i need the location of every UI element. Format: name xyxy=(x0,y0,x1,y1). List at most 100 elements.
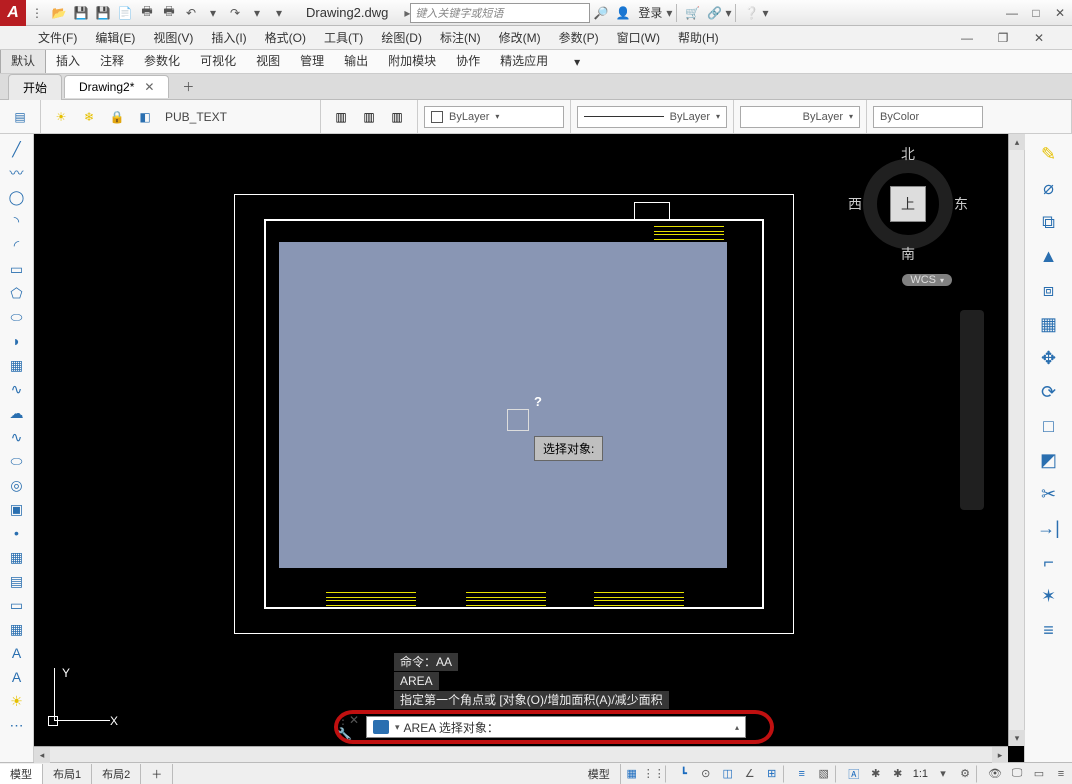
user-icon[interactable]: 👤 xyxy=(612,2,634,24)
ribbon-tab-annotate[interactable]: 注释 xyxy=(90,48,134,73)
erase-icon[interactable]: ⌀ xyxy=(1034,174,1064,202)
hardware-icon[interactable]: 🖵 xyxy=(1006,765,1028,783)
help-icon[interactable]: ❔ xyxy=(740,2,762,24)
menu-insert[interactable]: 插入(I) xyxy=(211,29,246,46)
folder-open-icon[interactable]: 📂 xyxy=(48,2,70,24)
scale-label[interactable]: 1:1 xyxy=(913,768,928,780)
viewcube[interactable]: 上 北 南 西 东 xyxy=(848,144,968,264)
ribbon-tab-insert[interactable]: 插入 xyxy=(46,48,90,73)
transparency-icon[interactable]: ▧ xyxy=(813,765,835,783)
apps-icon[interactable]: 🔗 xyxy=(703,2,725,24)
scrollbar-vertical[interactable]: ▴ ▾ xyxy=(1008,134,1024,746)
rotate-icon[interactable]: ⟳ xyxy=(1034,378,1064,406)
text-icon[interactable]: A xyxy=(4,642,30,664)
layer-lock-icon[interactable]: 🔒 xyxy=(105,105,129,129)
undo-dd-icon[interactable]: ▾ xyxy=(202,2,224,24)
arc2-icon[interactable]: ◜ xyxy=(4,234,30,256)
ribbon-tab-default[interactable]: 默认 xyxy=(0,47,46,73)
share-icon[interactable]: ▾ xyxy=(268,2,290,24)
copy-icon[interactable]: ⧉ xyxy=(1034,208,1064,236)
annotation-scale-icon[interactable]: 🄰 xyxy=(843,765,865,783)
extend-icon[interactable]: →| xyxy=(1034,514,1064,542)
layout-tab-2[interactable]: 布局2 xyxy=(92,764,141,784)
otrack-icon[interactable]: ∠ xyxy=(739,765,761,783)
gradient-icon[interactable]: ▤ xyxy=(4,570,30,592)
scrollbar-horizontal[interactable]: ◂ ▸ xyxy=(34,746,1008,762)
polar-icon[interactable]: ⊙ xyxy=(695,765,717,783)
osnap-icon[interactable]: ◫ xyxy=(717,765,739,783)
annotation-auto-icon[interactable]: ✱ xyxy=(887,765,909,783)
layer-iso-icon[interactable]: ▥ xyxy=(385,105,409,129)
line-icon[interactable]: ╱ xyxy=(4,138,30,160)
mdi-close-button[interactable]: ✕ xyxy=(1030,31,1048,45)
saveall-icon[interactable]: 💾 xyxy=(92,2,114,24)
menu-help[interactable]: 帮助(H) xyxy=(678,29,719,46)
gear-icon[interactable]: ⚙ xyxy=(954,765,976,783)
cmd-handle-icon[interactable]: ⋮✕ 🔧 xyxy=(337,716,365,738)
ellipse2-icon[interactable]: ⬭ xyxy=(4,450,30,472)
scroll-up-icon[interactable]: ▴ xyxy=(1009,134,1025,150)
hatch2-icon[interactable]: ▦ xyxy=(4,546,30,568)
cart-icon[interactable]: 🛒 xyxy=(681,2,703,24)
app-logo[interactable]: A xyxy=(0,0,26,26)
layer-panel-icon[interactable]: ▤ xyxy=(8,105,32,129)
plotstyle-select[interactable]: ByColor xyxy=(873,106,983,128)
ribbon-tab-manage[interactable]: 管理 xyxy=(290,48,334,73)
minimize-button[interactable]: — xyxy=(1000,1,1024,25)
ribbon-expand-icon[interactable]: ▾ xyxy=(564,51,590,73)
stretch-icon[interactable]: ◩ xyxy=(1034,446,1064,474)
isolate-icon[interactable]: 👁 xyxy=(984,765,1006,783)
menu-parametric[interactable]: 参数(P) xyxy=(559,29,599,46)
grip-icon[interactable]: ⋮ xyxy=(26,2,48,24)
menu-file[interactable]: 文件(F) xyxy=(38,29,77,46)
grid-icon[interactable]: ▦ xyxy=(621,765,643,783)
search-input[interactable]: 键入关键字或短语 xyxy=(410,3,590,23)
save-icon[interactable]: 💾 xyxy=(70,2,92,24)
layer-match-icon[interactable]: ▥ xyxy=(357,105,381,129)
ribbon-tab-parametric[interactable]: 参数化 xyxy=(134,48,190,73)
ribbon-tab-output[interactable]: 输出 xyxy=(334,48,378,73)
doctab-close-icon[interactable]: ✕ xyxy=(144,80,154,94)
trim-icon[interactable]: ✂ xyxy=(1034,480,1064,508)
explode-icon[interactable]: ✶ xyxy=(1034,582,1064,610)
mdi-minimize-button[interactable]: — xyxy=(958,31,976,45)
layer-color-icon[interactable]: ◧ xyxy=(133,105,157,129)
doctab-start[interactable]: 开始 xyxy=(8,74,62,100)
move-icon[interactable]: ✥ xyxy=(1034,344,1064,372)
plot-icon[interactable]: 🖶 xyxy=(136,2,158,24)
rectangle-icon[interactable]: ▭ xyxy=(4,258,30,280)
ribbon-tab-featured[interactable]: 精选应用 xyxy=(490,48,558,73)
polygon-icon[interactable]: ⬠ xyxy=(4,282,30,304)
spline-fit-icon[interactable]: ∿ xyxy=(4,426,30,448)
open-icon[interactable]: 📄 xyxy=(114,2,136,24)
customize-icon[interactable]: ≡ xyxy=(1050,765,1072,783)
login-button[interactable]: 登录 xyxy=(638,4,662,21)
search-icon[interactable]: 🔎 xyxy=(590,2,612,24)
table-icon[interactable]: ▦ xyxy=(4,618,30,640)
doctab-add-button[interactable]: ＋ xyxy=(177,77,199,97)
menu-draw[interactable]: 绘图(D) xyxy=(381,29,422,46)
ortho-icon[interactable]: ┗ xyxy=(673,765,695,783)
linetype-select[interactable]: ByLayer▾ xyxy=(740,106,860,128)
spline-icon[interactable]: ∿ xyxy=(4,378,30,400)
undo-icon[interactable]: ↶ xyxy=(180,2,202,24)
lineweight-icon[interactable]: ≡ xyxy=(791,765,813,783)
menu-tools[interactable]: 工具(T) xyxy=(324,29,363,46)
redo-dd-icon[interactable]: ▾ xyxy=(246,2,268,24)
redo-icon[interactable]: ↷ xyxy=(224,2,246,24)
annotation-vis-icon[interactable]: ✱ xyxy=(865,765,887,783)
layers-stack-icon[interactable]: ▥ xyxy=(329,105,353,129)
wcs-badge[interactable]: WCS▾ xyxy=(902,274,952,286)
scroll-right-icon[interactable]: ▸ xyxy=(992,747,1008,763)
offset-icon[interactable]: ⧈ xyxy=(1034,276,1064,304)
snap-icon[interactable]: ⋮⋮ xyxy=(643,765,665,783)
layer-on-icon[interactable]: ☀ xyxy=(49,105,73,129)
menu-format[interactable]: 格式(O) xyxy=(265,29,306,46)
scale-icon[interactable]: □ xyxy=(1034,412,1064,440)
layout-tab-model[interactable]: 模型 xyxy=(0,764,43,784)
navigation-bar[interactable] xyxy=(960,310,984,510)
scroll-left-icon[interactable]: ◂ xyxy=(34,747,50,763)
lineweight-select[interactable]: ByLayer▾ xyxy=(577,106,727,128)
hatch-icon[interactable]: ▦ xyxy=(4,354,30,376)
revcloud-icon[interactable]: ☁ xyxy=(4,402,30,424)
